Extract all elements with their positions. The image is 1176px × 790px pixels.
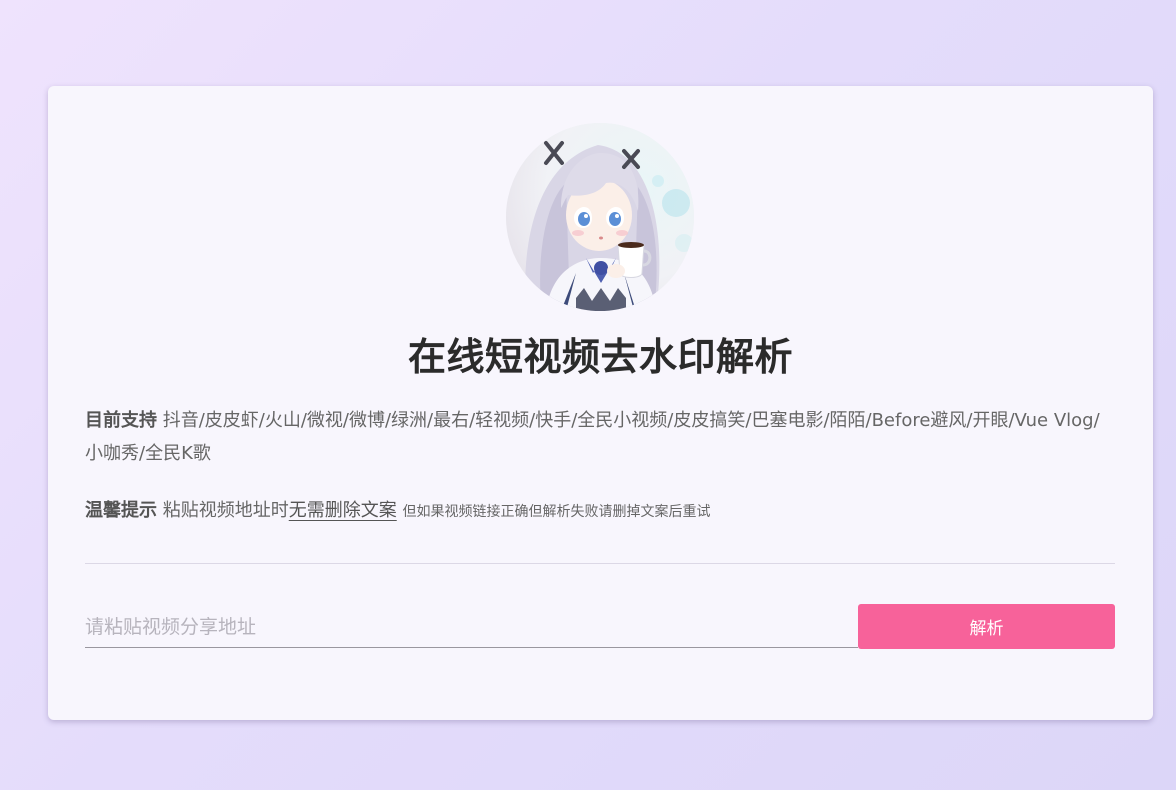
parse-button[interactable]: 解析 [858,604,1115,649]
supported-platforms-list: 抖音/皮皮虾/火山/微视/微博/绿洲/最右/轻视频/快手/全民小视频/皮皮搞笑/… [85,410,1100,464]
main-card: 在线短视频去水印解析 目前支持 抖音/皮皮虾/火山/微视/微博/绿洲/最右/轻视… [48,86,1153,720]
warm-tip-note: 但如果视频链接正确但解析失败请删掉文案后重试 [402,504,711,520]
warm-tip-emphasis: 无需删除文案 [288,500,397,521]
anime-girl-avatar-icon [506,123,694,311]
video-url-input[interactable] [85,606,858,648]
warm-tip: 温馨提示 粘贴视频地址时无需删除文案 但如果视频链接正确但解析失败请删掉文案后重… [85,496,1115,527]
divider [85,563,1115,564]
warm-tip-label: 温馨提示 [85,500,157,521]
warm-tip-text: 粘贴视频地址时 [162,500,289,521]
supported-platforms: 目前支持 抖音/皮皮虾/火山/微视/微博/绿洲/最右/轻视频/快手/全民小视频/… [85,404,1115,470]
supported-platforms-label: 目前支持 [85,410,157,431]
page-title: 在线短视频去水印解析 [407,335,793,379]
